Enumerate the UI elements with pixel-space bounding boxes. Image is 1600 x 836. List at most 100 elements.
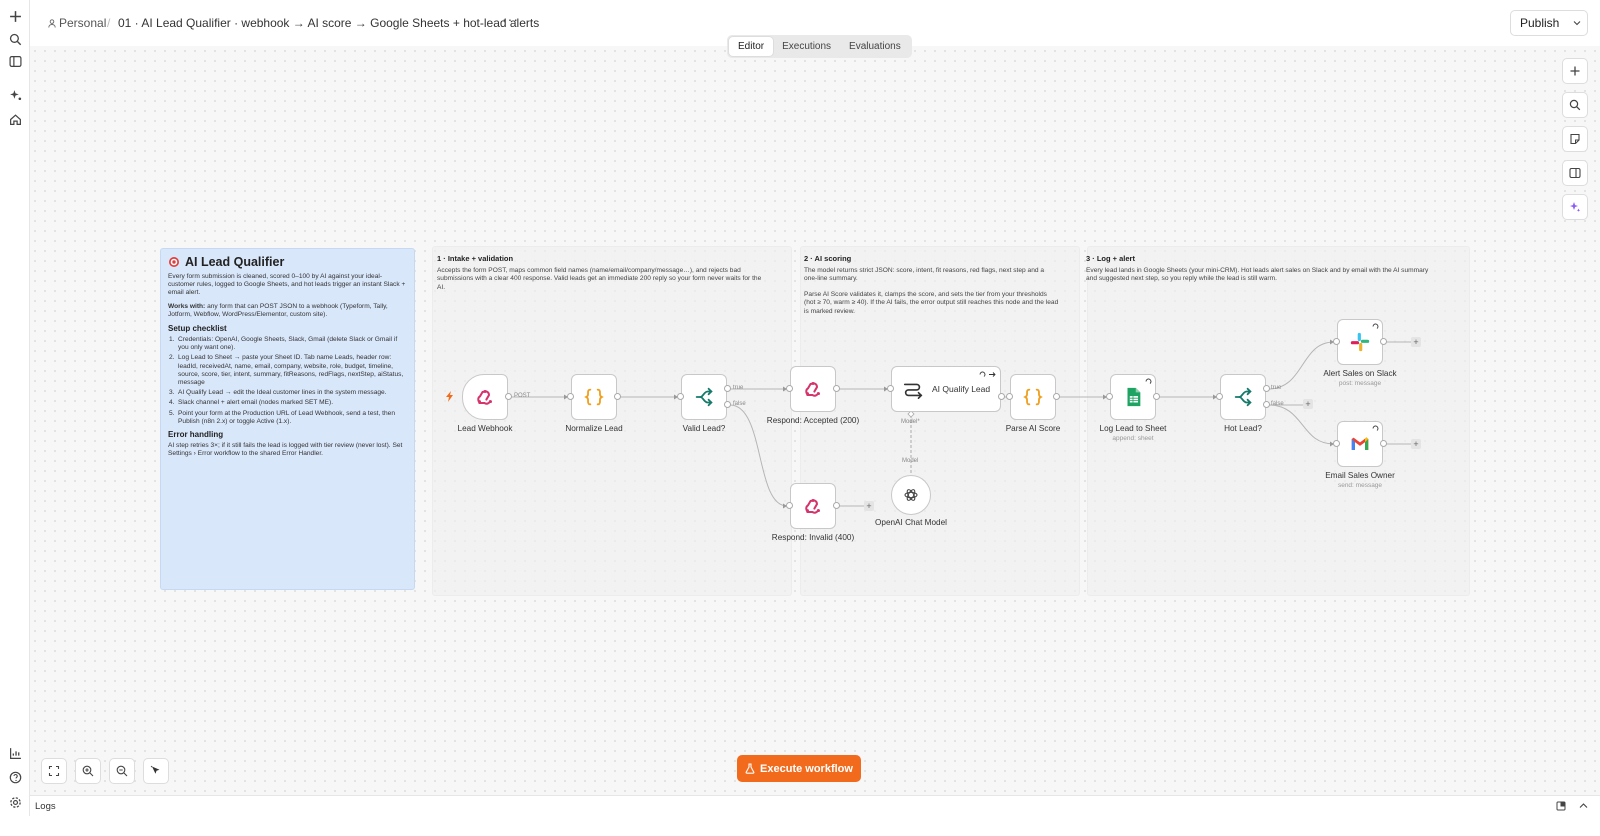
settings-gear-icon[interactable] [6,793,24,811]
output-port[interactable] [505,393,512,400]
code-braces-icon [1023,388,1043,406]
node-respond-accepted[interactable] [790,366,836,412]
input-port[interactable] [1216,393,1223,400]
input-port[interactable] [786,385,793,392]
project-name: Personal [59,16,107,30]
input-port[interactable] [1006,393,1013,400]
fit-view-icon [48,765,60,777]
output-port[interactable] [1380,440,1387,447]
output-port-false[interactable] [724,401,731,408]
ai-assistant-icon[interactable] [6,86,24,104]
add-node-button[interactable]: + [1411,439,1421,449]
logs-bar[interactable]: Logs [30,795,1600,816]
workflow-title[interactable]: 01 · AI Lead Qualifier · webhook → AI sc… [118,16,539,30]
output-port[interactable] [1053,393,1060,400]
view-tabs: Editor Executions Evaluations [727,35,912,58]
node-sub-alert-slack: post: message [1338,380,1382,387]
webhook-icon [805,499,820,514]
more-options-icon[interactable]: ··· [502,11,519,27]
ai-assistant-button[interactable] [1562,194,1588,220]
execute-workflow-label: Execute workflow [760,762,853,775]
node-valid-lead[interactable] [681,374,727,420]
node-hot-lead[interactable] [1220,374,1266,420]
output-port[interactable] [614,393,621,400]
node-label-respond-invalid: Respond: Invalid (400) [771,533,855,542]
if-branch-icon [1234,387,1252,407]
toggle-panel-button[interactable] [1562,160,1588,186]
input-port[interactable] [677,393,684,400]
search-nodes-button[interactable] [1562,92,1588,118]
refresh-icon [1372,425,1379,431]
chevron-down-icon[interactable] [1573,20,1581,26]
cursor-icon [150,765,160,774]
sparkle-icon [1570,202,1581,212]
insights-chart-icon[interactable] [6,744,24,762]
workflow-canvas[interactable]: 1 · Intake + validation Accepts the form… [30,46,1600,809]
zoom-in-button[interactable] [75,758,101,784]
if-branch-icon [695,387,713,407]
sticky-note-icon [1570,133,1580,145]
webhook-icon [477,390,492,405]
input-port[interactable] [1106,393,1113,400]
edge-label-true: true [733,385,744,391]
node-respond-invalid[interactable] [790,483,836,529]
output-port[interactable] [1153,393,1160,400]
webhook-icon [805,382,820,397]
output-port-false[interactable] [1263,401,1270,408]
output-port[interactable] [1380,338,1387,345]
home-icon[interactable] [6,110,24,128]
slack-icon [1350,332,1370,352]
trigger-bolt-icon [446,391,453,402]
tab-evaluations[interactable]: Evaluations [840,37,910,56]
breadcrumb-separator: / [107,16,111,30]
tab-editor[interactable]: Editor [729,37,774,56]
node-sub-email-owner: send: message [1337,482,1383,489]
publish-button[interactable]: Publish [1510,10,1588,36]
zoom-out-icon [116,765,128,777]
node-label-respond-accepted: Respond: Accepted (200) [766,416,860,425]
node-lead-webhook[interactable] [462,374,508,420]
execute-workflow-button[interactable]: Execute workflow [737,755,861,782]
output-port-true[interactable] [1263,385,1270,392]
tab-executions[interactable]: Executions [773,37,840,56]
output-port[interactable] [833,502,840,509]
sidebar-toggle-icon[interactable] [6,52,24,70]
input-port[interactable] [567,393,574,400]
node-parse-ai-score[interactable] [1010,374,1056,420]
add-node-panel-button[interactable] [1562,58,1588,84]
node-normalize-lead[interactable] [571,374,617,420]
input-port[interactable] [786,502,793,509]
gmail-icon [1351,437,1369,450]
flask-icon [745,763,755,774]
add-node-button[interactable]: + [1411,337,1421,347]
google-sheets-icon [1127,387,1141,407]
fit-view-button[interactable] [41,758,67,784]
node-label-alert-slack: Alert Sales on Slack [1323,369,1397,378]
output-port[interactable] [833,385,840,392]
input-port[interactable] [1333,338,1340,345]
search-icon[interactable] [6,30,24,48]
output-port[interactable] [998,393,1005,400]
plus-icon [1570,66,1580,76]
add-node-button[interactable]: + [1303,399,1313,409]
edge-label-model-star: Model* [901,419,920,425]
node-toolbar-icons [979,371,996,377]
refresh-icon [1145,378,1152,384]
select-tool-button[interactable] [143,758,169,784]
output-port-true[interactable] [724,385,731,392]
popout-icon[interactable] [1556,801,1566,811]
add-node-button[interactable]: + [864,501,874,511]
help-icon[interactable] [6,768,24,786]
zoom-in-icon [82,765,94,777]
chevron-up-icon[interactable] [1579,802,1588,809]
edge-label-model: Model [902,458,919,464]
node-label-openai-chat-model: OpenAI Chat Model [875,518,947,527]
add-sticky-button[interactable] [1562,126,1588,152]
refresh-icon [1372,323,1379,329]
input-port[interactable] [1333,440,1340,447]
zoom-out-button[interactable] [109,758,135,784]
node-openai-chat-model[interactable] [891,475,931,515]
add-icon[interactable] [6,7,24,25]
input-port[interactable] [887,385,894,392]
breadcrumb-project[interactable]: Personal [48,16,106,30]
